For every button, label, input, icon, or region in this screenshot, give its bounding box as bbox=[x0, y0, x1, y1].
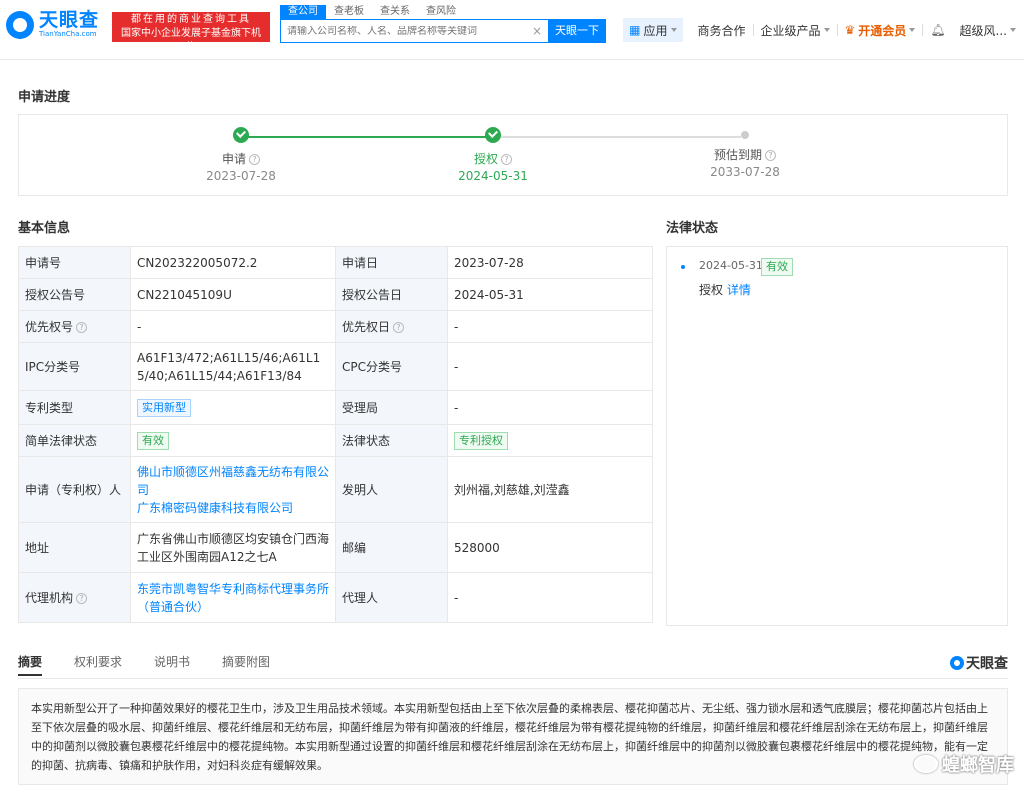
chevron-down-icon bbox=[1010, 28, 1016, 32]
tabs-divider bbox=[18, 678, 1008, 679]
vip-button[interactable]: ♛ 开通会员 bbox=[838, 22, 923, 39]
apps-menu-button[interactable]: ▦ 应用 bbox=[623, 18, 683, 42]
table-row: 申请（专利权）人 佛山市顺德区州福慈鑫无纺布有限公司 广东棉密码健康科技有限公司… bbox=[18, 456, 653, 523]
crown-icon: ♛ bbox=[844, 23, 856, 37]
help-icon[interactable]: ? bbox=[76, 592, 88, 604]
abstract-text: 本实用新型公开了一种抑菌效果好的樱花卫生巾，涉及卫生用品技术领域。本实用新型包括… bbox=[18, 688, 1008, 785]
legal-status-date: 2024-05-31 bbox=[699, 259, 763, 272]
search-tab-boss[interactable]: 查老板 bbox=[326, 5, 372, 19]
notification-bell-icon[interactable]: 🔔︎ bbox=[923, 23, 952, 37]
progress-step-grant: 授权? 2024-05-31 bbox=[423, 127, 563, 183]
clear-icon[interactable]: × bbox=[532, 24, 542, 38]
tab-abstract[interactable]: 摘要 bbox=[18, 648, 43, 676]
content-tabs: 摘要 权利要求 说明书 摘要附图 bbox=[18, 648, 1008, 678]
check-icon bbox=[233, 127, 249, 143]
legal-status-panel: 2024-05-31 有效 授权 详情 bbox=[666, 246, 1008, 626]
help-icon[interactable]: ? bbox=[249, 154, 260, 165]
basic-info-title: 基本信息 bbox=[18, 221, 71, 236]
application-number: CN202322005072.2 bbox=[130, 246, 336, 279]
weibo-icon bbox=[914, 755, 938, 773]
watermark: 蝗螂智库 bbox=[914, 751, 1014, 777]
user-menu[interactable]: 超级风... bbox=[953, 22, 1016, 39]
search-tab-risk[interactable]: 查风险 bbox=[418, 5, 464, 19]
applicant-link-1[interactable]: 佛山市顺德区州福慈鑫无纺布有限公司 bbox=[137, 465, 329, 497]
check-icon bbox=[485, 127, 501, 143]
help-icon[interactable]: ? bbox=[501, 154, 512, 165]
tab-claims[interactable]: 权利要求 bbox=[74, 648, 122, 676]
brand-logo-small: 天眼查 bbox=[950, 653, 1008, 673]
table-row: 专利类型 实用新型 受理局 - bbox=[18, 390, 653, 425]
table-row: 授权公告号 CN221045109U 授权公告日 2024-05-31 bbox=[18, 278, 653, 311]
enterprise-products-menu[interactable]: 企业级产品 bbox=[754, 22, 837, 39]
ipc-codes: A61F13/472;A61L15/46;A61L15/40;A61L15/44… bbox=[130, 342, 336, 391]
tab-abstract-figure[interactable]: 摘要附图 bbox=[222, 648, 270, 676]
search-box: × bbox=[280, 19, 548, 43]
logo-domain: TianYanCha.com bbox=[39, 30, 97, 38]
search-type-tabs: 查公司 查老板 查关系 查风险 bbox=[280, 5, 464, 19]
patent-type-badge: 实用新型 bbox=[137, 399, 191, 417]
chevron-down-icon bbox=[823, 28, 830, 32]
logo[interactable]: 天眼查 TianYanCha.com bbox=[6, 10, 99, 39]
promo-banner: 都在用的商业查询工具 国家中小企业发展子基金旗下机构 bbox=[112, 12, 270, 53]
table-row: 地址 广东省佛山市顺德区均安镇仓门西海工业区外围南园A12之七A 邮编 5280… bbox=[18, 522, 653, 573]
zip-code: 528000 bbox=[447, 522, 653, 573]
business-coop-link[interactable]: 商务合作 bbox=[691, 22, 753, 39]
table-row: 代理机构? 东莞市凯粤智华专利商标代理事务所（普通合伙） 代理人 - bbox=[18, 572, 653, 623]
help-icon[interactable]: ? bbox=[393, 321, 405, 333]
table-row: 优先权号? - 优先权日? - bbox=[18, 310, 653, 343]
applicant-link-2[interactable]: 广东棉密码健康科技有限公司 bbox=[137, 501, 293, 515]
progress-panel: 申请? 2023-07-28 授权? 2024-05-31 预估到期? 2033… bbox=[18, 114, 1008, 196]
progress-step-expiry: 预估到期? 2033-07-28 bbox=[675, 127, 815, 179]
search-tab-relation[interactable]: 查关系 bbox=[372, 5, 418, 19]
search-button[interactable]: 天眼一下 bbox=[548, 19, 606, 43]
help-icon[interactable]: ? bbox=[765, 150, 776, 161]
logo-eye-icon bbox=[950, 656, 964, 670]
logo-text: 天眼查 bbox=[39, 9, 100, 31]
address: 广东省佛山市顺德区均安镇仓门西海工业区外围南园A12之七A bbox=[130, 522, 336, 573]
status-badge: 有效 bbox=[137, 432, 169, 450]
legal-status-title: 法律状态 bbox=[666, 221, 719, 236]
progress-step-apply: 申请? 2023-07-28 bbox=[171, 127, 311, 183]
inventors: 刘州福,刘慈雄,刘滢鑫 bbox=[447, 456, 653, 523]
table-row: 简单法律状态 有效 法律状态 专利授权 bbox=[18, 424, 653, 457]
top-header: 天眼查 TianYanCha.com 都在用的商业查询工具 国家中小企业发展子基… bbox=[0, 0, 1024, 60]
chevron-down-icon bbox=[909, 28, 916, 32]
apps-icon: ▦ bbox=[629, 23, 641, 37]
detail-link[interactable]: 详情 bbox=[727, 283, 751, 297]
logo-eye-icon bbox=[6, 10, 34, 39]
legal-status-badge: 专利授权 bbox=[454, 432, 508, 450]
chevron-down-icon bbox=[670, 28, 677, 32]
search-input[interactable] bbox=[287, 25, 532, 37]
table-row: 申请号 CN202322005072.2 申请日 2023-07-28 bbox=[18, 246, 653, 279]
status-badge: 有效 bbox=[761, 258, 793, 276]
grant-number: CN221045109U bbox=[130, 278, 336, 311]
bullet-icon bbox=[681, 265, 685, 269]
application-date: 2023-07-28 bbox=[447, 246, 653, 279]
tab-description[interactable]: 说明书 bbox=[154, 648, 190, 676]
progress-title: 申请进度 bbox=[18, 90, 71, 105]
pending-dot-icon bbox=[741, 131, 749, 139]
help-icon[interactable]: ? bbox=[76, 321, 88, 333]
agency-link[interactable]: 东莞市凯粤智华专利商标代理事务所（普通合伙） bbox=[137, 582, 329, 614]
search-tab-company[interactable]: 查公司 bbox=[280, 5, 326, 19]
top-nav: ▦ 应用 商务合作 企业级产品 ♛ 开通会员 🔔︎ 超级风... bbox=[623, 18, 1016, 42]
basic-info-table: 申请号 CN202322005072.2 申请日 2023-07-28 授权公告… bbox=[18, 246, 653, 623]
table-row: IPC分类号 A61F13/472;A61L15/46;A61L15/40;A6… bbox=[18, 342, 653, 391]
grant-date: 2024-05-31 bbox=[447, 278, 653, 311]
